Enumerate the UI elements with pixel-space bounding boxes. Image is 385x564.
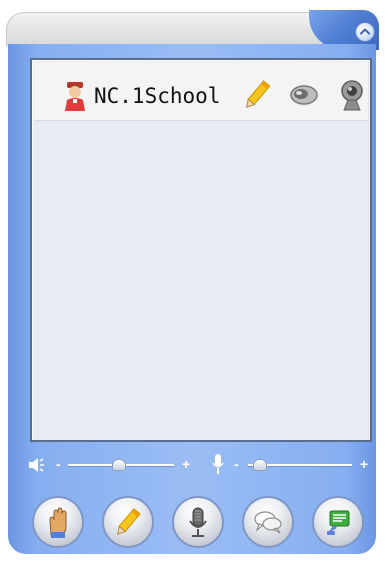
pencil-icon — [246, 80, 271, 109]
user-list-panel[interactable]: NC.1School — [30, 58, 372, 442]
user-name: NC.1School — [94, 84, 221, 108]
pencil-icon — [117, 507, 141, 536]
chat-window: NC.1School - + - + — [0, 0, 385, 564]
draw-pencil-button[interactable] — [102, 496, 154, 548]
list-item[interactable]: NC.1School — [34, 62, 368, 121]
message-board-button[interactable] — [312, 496, 364, 548]
webcam-icon — [341, 80, 363, 111]
chat-bubbles-icon — [254, 511, 282, 534]
collapse-button[interactable] — [355, 22, 375, 42]
message-board-icon — [327, 510, 350, 535]
mic-volume-plus[interactable]: + — [360, 454, 368, 474]
teacher-avatar-icon — [65, 82, 85, 111]
speaker-volume-control: - + — [22, 452, 197, 478]
mic-volume-control: - + — [202, 452, 372, 478]
audio-controls: - + - + — [22, 452, 372, 478]
raise-hand-icon — [49, 507, 67, 538]
chat-button[interactable] — [242, 496, 294, 548]
speaker-volume-icon — [29, 458, 44, 472]
mic-volume-thumb[interactable] — [253, 459, 268, 471]
raise-hand-button[interactable] — [32, 496, 84, 548]
microphone-icon — [189, 507, 207, 537]
microphone-button[interactable] — [172, 496, 224, 548]
speaker-icon — [290, 85, 318, 105]
mic-volume-minus[interactable]: - — [234, 454, 239, 474]
chevron-up-icon — [360, 28, 370, 35]
microphone-volume-icon — [212, 454, 224, 474]
speaker-volume-thumb[interactable] — [111, 459, 126, 471]
speaker-volume-plus[interactable]: + — [182, 454, 190, 474]
speaker-volume-minus[interactable]: - — [56, 454, 61, 474]
